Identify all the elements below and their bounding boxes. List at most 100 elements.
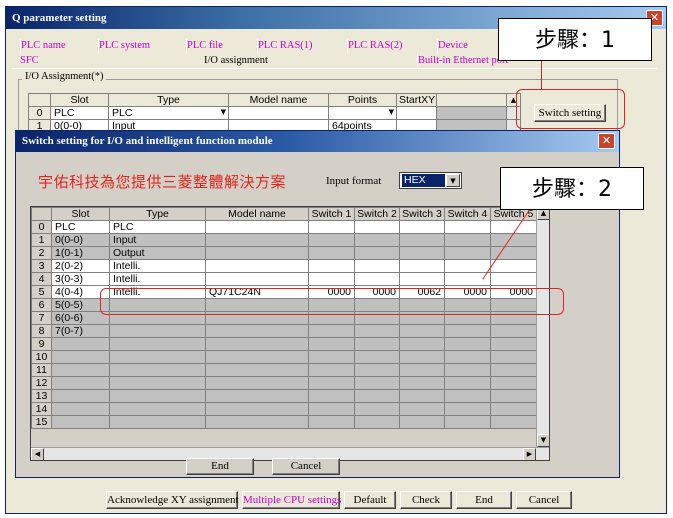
switch-5-cell[interactable] bbox=[490, 350, 537, 364]
table-row[interactable]: 15 bbox=[31, 415, 537, 429]
switch-1-cell[interactable] bbox=[308, 376, 355, 390]
table-row[interactable]: 1 0(0-0) Input bbox=[31, 233, 537, 247]
switch-3-cell[interactable] bbox=[399, 246, 445, 260]
switch-4-cell[interactable] bbox=[444, 246, 491, 260]
switch-5-cell[interactable] bbox=[490, 363, 537, 377]
switch-3-cell[interactable] bbox=[399, 337, 445, 351]
table-row[interactable]: 12 bbox=[31, 376, 537, 390]
switch-5-cell[interactable] bbox=[490, 402, 537, 416]
startxy-cell[interactable] bbox=[396, 106, 437, 120]
switch-5-cell[interactable] bbox=[490, 415, 537, 429]
cancel-button[interactable]: Cancel bbox=[516, 491, 572, 509]
switch-2-cell[interactable] bbox=[354, 246, 400, 260]
switch-4-cell[interactable] bbox=[444, 324, 491, 338]
switch-5-cell[interactable] bbox=[490, 337, 537, 351]
switch-1-cell[interactable] bbox=[308, 324, 355, 338]
switch-4-cell[interactable] bbox=[444, 272, 491, 286]
switch-2-cell[interactable] bbox=[354, 259, 400, 273]
scroll-down-icon[interactable]: ▼ bbox=[537, 434, 549, 447]
input-format-select[interactable]: HEX ▼ bbox=[399, 172, 462, 189]
switch-3-cell[interactable] bbox=[399, 324, 445, 338]
switch-3-cell[interactable] bbox=[399, 415, 445, 429]
chevron-down-icon[interactable]: ▼ bbox=[221, 108, 226, 116]
switch-4-cell[interactable] bbox=[444, 376, 491, 390]
switch-2-cell[interactable] bbox=[354, 402, 400, 416]
tab-plc-name[interactable]: PLC name bbox=[20, 39, 66, 53]
switch-3-cell[interactable] bbox=[399, 376, 445, 390]
end-button[interactable]: End bbox=[456, 491, 512, 509]
dialog-cancel-button[interactable]: Cancel bbox=[272, 458, 340, 475]
table-row[interactable]: 4 3(0-3) Intelli. bbox=[31, 272, 537, 286]
tab-plc-file[interactable]: PLC file bbox=[186, 39, 223, 53]
dialog-close-icon[interactable]: ✕ bbox=[598, 133, 615, 149]
default-button[interactable]: Default bbox=[344, 491, 396, 509]
switch-1-cell[interactable] bbox=[308, 246, 355, 260]
switch-4-cell[interactable] bbox=[444, 220, 491, 234]
table-row[interactable]: 3 2(0-2) Intelli. bbox=[31, 259, 537, 273]
switch-4-cell[interactable] bbox=[444, 233, 491, 247]
switch-4-cell[interactable] bbox=[444, 389, 491, 403]
switch-4-cell[interactable] bbox=[444, 259, 491, 273]
tab-sfc[interactable]: SFC bbox=[20, 54, 39, 68]
chevron-down-icon[interactable]: ▼ bbox=[389, 108, 394, 116]
switch-4-cell[interactable] bbox=[444, 363, 491, 377]
tab-device[interactable]: Device bbox=[437, 39, 468, 53]
table-row[interactable]: 2 1(0-1) Output bbox=[31, 246, 537, 260]
table-row[interactable]: 8 7(0-7) bbox=[31, 324, 537, 338]
switch-5-cell[interactable] bbox=[490, 233, 537, 247]
switch-2-cell[interactable] bbox=[354, 272, 400, 286]
model-cell[interactable] bbox=[228, 106, 329, 120]
scroll-right-icon[interactable]: ▶ bbox=[523, 448, 536, 460]
switch-5-cell[interactable] bbox=[490, 376, 537, 390]
scroll-left-icon[interactable]: ◀ bbox=[31, 448, 44, 460]
tab-plc-ras-2[interactable]: PLC RAS(2) bbox=[347, 39, 403, 53]
switch-2-cell[interactable] bbox=[354, 389, 400, 403]
switch-3-cell[interactable] bbox=[399, 272, 445, 286]
switch-1-cell[interactable] bbox=[308, 259, 355, 273]
switch-1-cell[interactable] bbox=[308, 389, 355, 403]
switch-4-cell[interactable] bbox=[444, 337, 491, 351]
tab-plc-system[interactable]: PLC system bbox=[98, 39, 150, 53]
switch-2-cell[interactable] bbox=[354, 220, 400, 234]
points-cell[interactable]: ▼ bbox=[328, 106, 397, 120]
tab-io-assignment[interactable]: I/O assignment bbox=[204, 54, 268, 68]
switch-5-cell[interactable] bbox=[490, 389, 537, 403]
type-cell[interactable]: PLC ▼ bbox=[108, 106, 229, 120]
vertical-scrollbar[interactable]: ▲ ▼ bbox=[536, 207, 549, 447]
switch-3-cell[interactable] bbox=[399, 363, 445, 377]
switch-1-cell[interactable] bbox=[308, 337, 355, 351]
switch-2-cell[interactable] bbox=[354, 363, 400, 377]
tab-builtin-ethernet-port[interactable]: Built-in Ethernet port bbox=[417, 54, 508, 68]
switch-4-cell[interactable] bbox=[444, 415, 491, 429]
table-row[interactable]: 10 bbox=[31, 350, 537, 364]
switch-4-cell[interactable] bbox=[444, 402, 491, 416]
switch-1-cell[interactable] bbox=[308, 233, 355, 247]
check-button[interactable]: Check bbox=[400, 491, 452, 509]
switch-1-cell[interactable] bbox=[308, 272, 355, 286]
switch-3-cell[interactable] bbox=[399, 389, 445, 403]
switch-3-cell[interactable] bbox=[399, 259, 445, 273]
multiple-cpu-settings-button[interactable]: Multiple CPU settings bbox=[242, 491, 341, 509]
dialog-end-button[interactable]: End bbox=[186, 458, 254, 475]
acknowledge-xy-assignment-button[interactable]: Acknowledge XY assignment bbox=[106, 491, 239, 509]
slot-cell[interactable]: PLC bbox=[50, 106, 109, 120]
switch-3-cell[interactable] bbox=[399, 220, 445, 234]
switch-2-cell[interactable] bbox=[354, 415, 400, 429]
table-row[interactable]: 11 bbox=[31, 363, 537, 377]
switch-5-cell[interactable] bbox=[490, 324, 537, 338]
switch-1-cell[interactable] bbox=[308, 415, 355, 429]
switch-1-cell[interactable] bbox=[308, 350, 355, 364]
table-row[interactable]: 0 PLC PLC bbox=[31, 220, 537, 234]
switch-2-cell[interactable] bbox=[354, 376, 400, 390]
switch-2-cell[interactable] bbox=[354, 324, 400, 338]
tab-plc-ras-1[interactable]: PLC RAS(1) bbox=[257, 39, 313, 53]
switch-5-cell[interactable] bbox=[490, 272, 537, 286]
switch-3-cell[interactable] bbox=[399, 350, 445, 364]
table-row[interactable]: 0 PLC PLC ▼ ▼ bbox=[28, 106, 521, 120]
switch-4-cell[interactable] bbox=[444, 350, 491, 364]
switch-3-cell[interactable] bbox=[399, 233, 445, 247]
table-row[interactable]: 9 bbox=[31, 337, 537, 351]
switch-1-cell[interactable] bbox=[308, 363, 355, 377]
switch-2-cell[interactable] bbox=[354, 233, 400, 247]
switch-2-cell[interactable] bbox=[354, 350, 400, 364]
